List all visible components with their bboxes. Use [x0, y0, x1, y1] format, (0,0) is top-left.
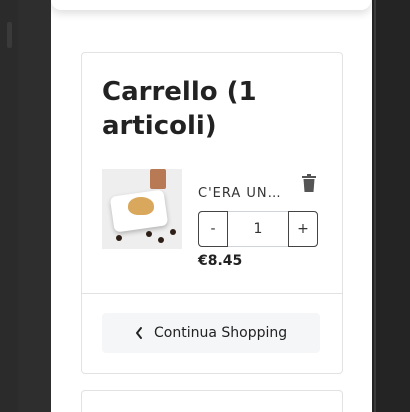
image-chocolate: [158, 237, 164, 243]
cart-card: Carrello (1 articoli) C'ERA UNA VOLTA - …: [81, 52, 343, 374]
image-dessert: [128, 197, 154, 215]
product-name[interactable]: C'ERA UNA VOLTA: [198, 186, 286, 201]
header-bar: [51, 0, 371, 10]
scroll-rail: [374, 0, 376, 412]
order-summary-card: [81, 390, 343, 412]
quantity-value[interactable]: 1: [229, 212, 287, 246]
card-divider: [82, 293, 342, 294]
cart-title: Carrello (1 articoli): [102, 77, 257, 141]
image-glass: [150, 169, 166, 189]
continue-shopping-button[interactable]: Continua Shopping: [102, 313, 320, 353]
side-handle: [7, 22, 12, 48]
increase-quantity-button[interactable]: +: [288, 211, 318, 247]
image-chocolate: [116, 235, 122, 241]
chevron-left-icon: [136, 327, 142, 339]
decrease-quantity-button[interactable]: -: [198, 211, 228, 247]
mobile-screen: Carrello (1 articoli) C'ERA UNA VOLTA - …: [51, 0, 387, 412]
trash-icon[interactable]: [302, 173, 316, 193]
window-right-edge: [372, 0, 410, 412]
product-price: €8.45: [198, 253, 243, 269]
window-left-edge: [0, 0, 18, 412]
quantity-stepper: - 1 +: [198, 211, 318, 247]
image-chocolate: [146, 231, 152, 237]
continue-shopping-label: Continua Shopping: [154, 325, 288, 341]
product-image[interactable]: [102, 169, 182, 249]
device-frame: Carrello (1 articoli) C'ERA UNA VOLTA - …: [18, 0, 387, 412]
image-chocolate: [170, 229, 176, 235]
